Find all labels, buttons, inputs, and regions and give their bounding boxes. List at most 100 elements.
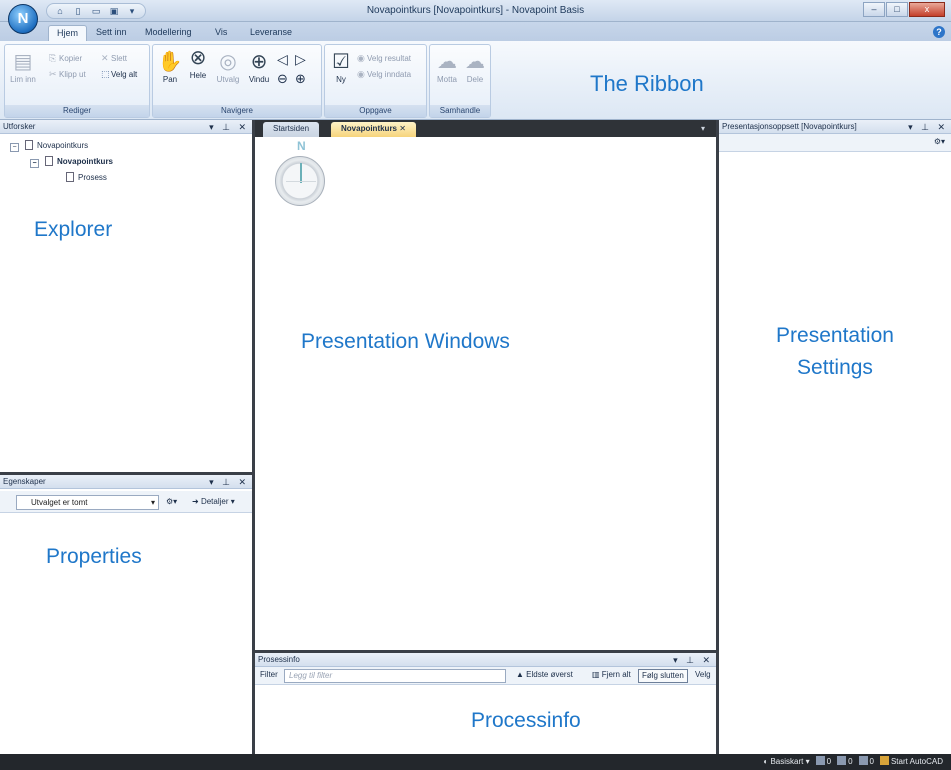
tab-startsiden[interactable]: Startsiden: [263, 122, 320, 137]
presentation-settings-controls[interactable]: ▾ ⊥ ✕: [908, 120, 948, 134]
zoom-in-button[interactable]: ⊕: [295, 71, 306, 87]
properties-panel-controls[interactable]: ▾ ⊥ ✕: [209, 475, 249, 489]
tab-vis[interactable]: Vis: [207, 25, 235, 41]
close-icon[interactable]: ✕: [399, 124, 406, 133]
delete-label: Slett: [111, 54, 128, 63]
status-counter-b: 0: [837, 756, 853, 768]
processinfo-panel-controls[interactable]: ▾ ⊥ ✕: [673, 653, 713, 667]
application-menu-button[interactable]: N: [8, 4, 38, 34]
previous-view-button[interactable]: ◁: [277, 51, 288, 68]
zoom-selection-button[interactable]: ◎ Utvalg: [213, 51, 243, 84]
selection-value: Utvalget er tomt: [31, 498, 88, 507]
cut-button[interactable]: ✂ Klipp ut: [49, 69, 86, 80]
new-task-button[interactable]: ☑ Ny: [329, 51, 353, 84]
cut-label: Klipp ut: [59, 70, 86, 79]
share-button[interactable]: ☁ Dele: [461, 51, 489, 84]
tab-novapointkurs[interactable]: Novapointkurs ✕: [331, 122, 416, 137]
explorer-header: Utforsker ▾ ⊥ ✕: [0, 120, 252, 134]
processinfo-header: Prosessinfo ▾ ⊥ ✕: [255, 653, 716, 667]
cloud-download-icon: ☁: [437, 51, 457, 73]
close-button[interactable]: x: [909, 2, 945, 17]
select-result-button[interactable]: ◉ Velg resultat: [357, 53, 411, 64]
compass-north-label: N: [297, 139, 306, 153]
presentation-settings-annotation: Presentation Settings: [719, 320, 951, 384]
status-counter-a: 0: [815, 756, 832, 768]
select-input-button[interactable]: ◉ Velg inndata: [357, 69, 411, 80]
tab-list-dropdown[interactable]: ▾: [701, 122, 705, 137]
clear-all-button[interactable]: ▥ Fjern alt: [589, 669, 634, 683]
zoom-extents-button[interactable]: ⊗ Hele: [185, 47, 211, 80]
status-bar-items: ◐ Basiskart ▾ 0 0 0 Start AutoCAD: [763, 756, 943, 768]
delete-icon: ✕: [101, 53, 109, 63]
zoom-window-button[interactable]: ⊕ Vindu: [245, 51, 273, 84]
select-button[interactable]: Velg: [692, 669, 714, 683]
copy-button[interactable]: ⎘ Kopier: [49, 53, 82, 64]
settings-dropdown-button[interactable]: ⚙▾: [934, 137, 945, 146]
tab-sett-inn[interactable]: Sett inn: [88, 25, 135, 41]
chevron-down-icon: ▾: [228, 497, 235, 506]
follow-end-toggle[interactable]: Følg slutten: [638, 669, 688, 683]
selection-dropdown[interactable]: Utvalget er tomt ▾: [16, 495, 159, 510]
delete-button[interactable]: ✕ Slett: [101, 53, 127, 64]
details-button[interactable]: ➜ Detaljer ▾: [192, 497, 235, 506]
counter-c-value: 0: [869, 757, 874, 766]
next-view-button[interactable]: ▷: [295, 51, 306, 68]
counter-a-value: 0: [826, 757, 832, 766]
settings-dropdown-button[interactable]: ⚙▾: [166, 497, 177, 506]
details-label: Detaljer: [200, 497, 229, 506]
zoom-extents-icon: ⊗: [189, 47, 207, 69]
tab-modellering[interactable]: Modellering: [137, 25, 200, 41]
zoom-window-label: Vindu: [248, 75, 270, 84]
select-result-label: Velg resultat: [367, 54, 412, 63]
zoom-selection-label: Utvalg: [216, 75, 240, 84]
explorer-panel-controls[interactable]: ▾ ⊥ ✕: [209, 120, 249, 134]
gear-icon: ⚙▾: [166, 497, 178, 506]
navigation-compass[interactable]: [275, 156, 325, 206]
tab-hjem[interactable]: Hjem: [48, 25, 88, 41]
start-autocad-button[interactable]: Start AutoCAD: [879, 756, 943, 768]
pan-button[interactable]: ✋ Pan: [157, 51, 183, 84]
tab-novapointkurs-label: Novapointkurs: [341, 124, 398, 133]
group-samhandle: ☁ Motta ☁ Dele Samhandle: [429, 44, 491, 118]
maximize-button[interactable]: □: [886, 2, 908, 17]
clear-icon: ▥: [592, 670, 602, 679]
collapse-icon[interactable]: −: [30, 159, 39, 168]
tree-item-project[interactable]: − Novapointkurs: [30, 156, 113, 168]
tab-leveranse[interactable]: Leveranse: [242, 25, 300, 41]
minimize-button[interactable]: –: [863, 2, 885, 17]
warning-icon: [858, 756, 868, 765]
receive-button[interactable]: ☁ Motta: [433, 51, 461, 84]
processinfo-title: Prosessinfo: [258, 655, 300, 664]
window-controls: – □ x: [863, 2, 945, 17]
share-label: Dele: [466, 75, 484, 84]
presentation-window: Startsiden Novapointkurs ✕ ▾ N Presentat…: [255, 120, 716, 650]
collapse-icon[interactable]: −: [10, 143, 19, 152]
basemap-item[interactable]: ◐ Basiskart ▾: [763, 756, 809, 768]
tree-process-label: Prosess: [78, 173, 107, 182]
presentation-settings-panel: Presentasjonsoppsett [Novapointkurs] ▾ ⊥…: [716, 120, 951, 754]
presentation-windows-annotation: Presentation Windows: [301, 330, 510, 353]
help-icon[interactable]: ?: [933, 26, 945, 38]
processinfo-panel: Prosessinfo ▾ ⊥ ✕ Filter Legg til filter…: [255, 650, 716, 754]
hand-icon: ✋: [157, 51, 183, 73]
chevron-down-icon: ▾: [701, 124, 706, 133]
triangle-right-icon: ▷: [295, 51, 306, 67]
properties-header: Egenskaper ▾ ⊥ ✕: [0, 475, 252, 489]
tree-item-process[interactable]: Prosess: [66, 172, 107, 182]
filter-input[interactable]: Legg til filter: [284, 669, 506, 683]
oldest-first-button[interactable]: ▲ Eldste øverst: [513, 669, 576, 683]
tree-item-root[interactable]: − Novapointkurs: [10, 140, 88, 152]
start-autocad-label: Start AutoCAD: [890, 757, 943, 766]
group-label-oppgave: Oppgave: [325, 105, 426, 117]
group-rediger: ▤ Lim inn ⎘ Kopier ✕ Slett ✂ Klipp ut ⬚Velg…: [4, 44, 150, 118]
status-bar: ◐ Basiskart ▾ 0 0 0 Start AutoCAD: [0, 754, 951, 770]
filter-label: Filter: [260, 670, 278, 679]
document-icon: [25, 140, 33, 150]
zoom-out-button[interactable]: ⊖: [277, 71, 288, 87]
paste-button[interactable]: ▤ Lim inn: [8, 51, 38, 84]
oldest-first-label: Eldste øverst: [526, 670, 573, 679]
group-label-rediger: Rediger: [5, 105, 149, 117]
tree-project-label: Novapointkurs: [57, 157, 114, 166]
select-all-button[interactable]: ⬚Velg alt: [101, 69, 137, 80]
clear-all-label: Fjern alt: [601, 670, 631, 679]
